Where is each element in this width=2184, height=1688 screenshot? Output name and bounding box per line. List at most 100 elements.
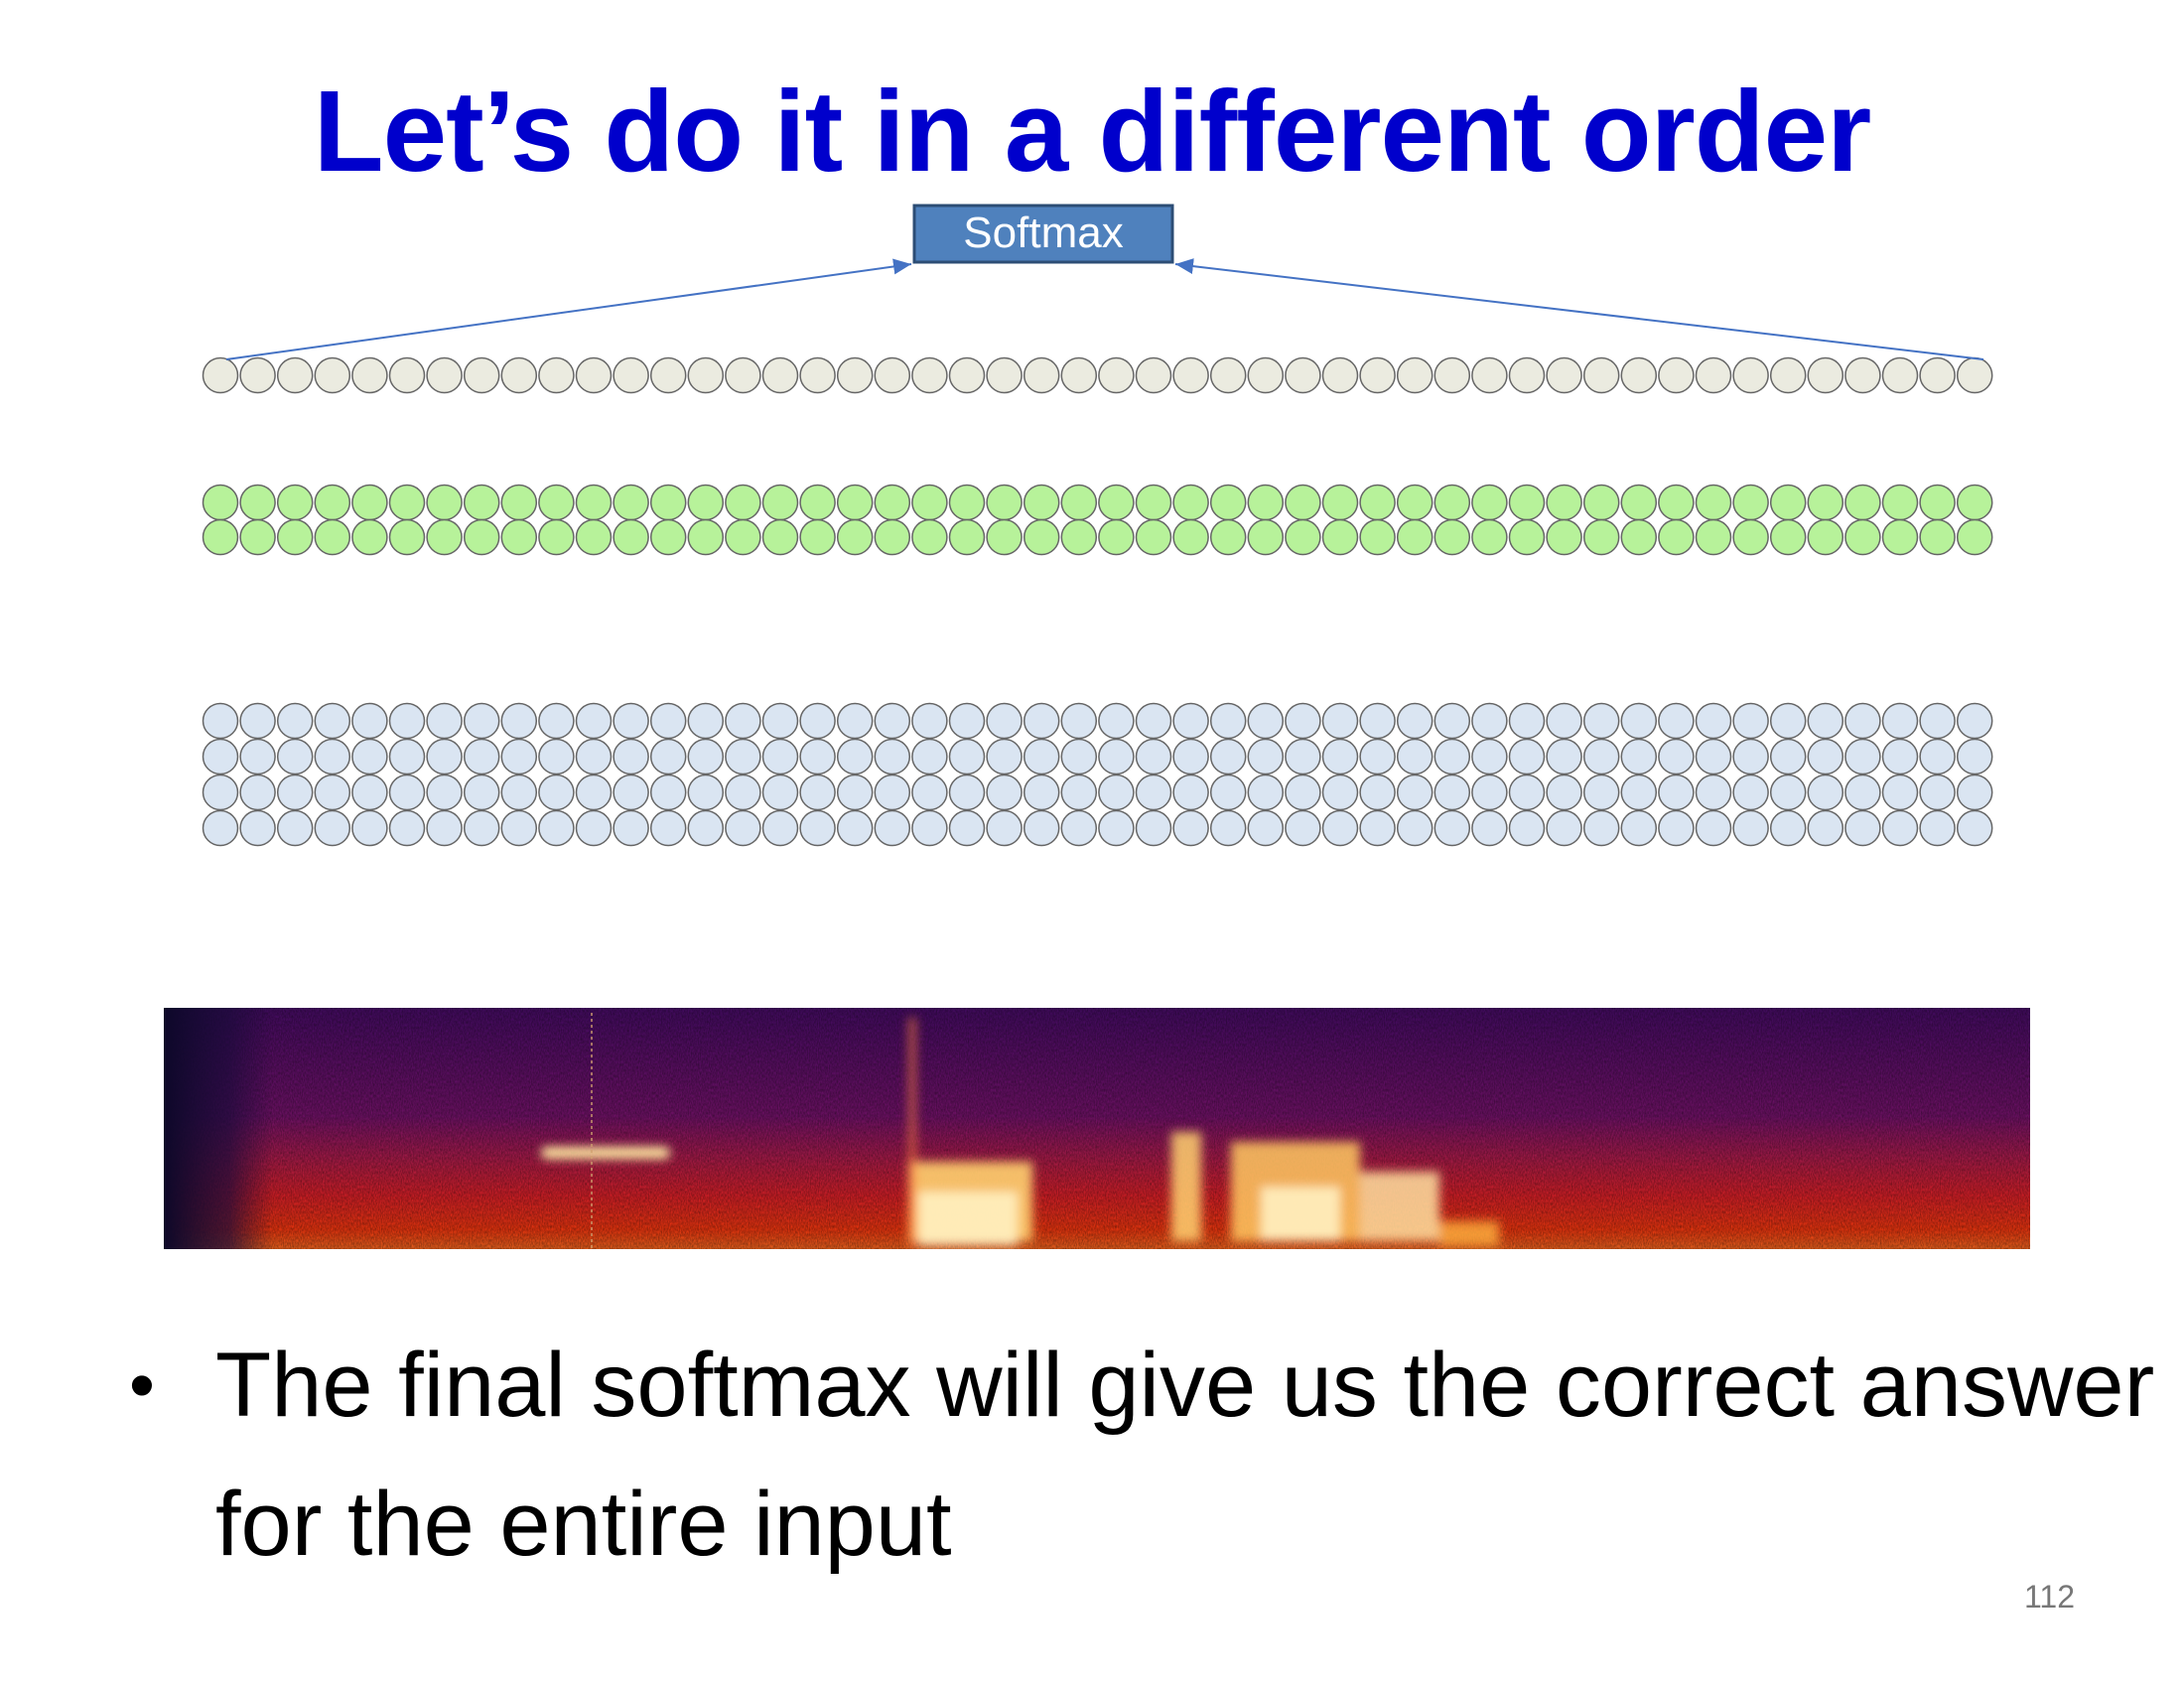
output-neuron [911, 356, 948, 394]
hidden-neuron [649, 518, 687, 556]
hidden-neuron [649, 484, 687, 521]
input-neuron [948, 702, 986, 740]
input-neuron [1807, 809, 1844, 847]
hidden-neuron [911, 518, 948, 556]
output-neuron [202, 356, 239, 394]
hidden-neuron [761, 484, 799, 521]
hidden-neuron [1881, 484, 1919, 521]
hidden-neuron [1546, 518, 1582, 556]
input-neuron [538, 809, 575, 847]
output-neuron [725, 356, 761, 394]
input-neuron [1060, 738, 1098, 775]
input-neuron [1321, 702, 1359, 740]
hidden-neuron [1695, 484, 1732, 521]
output-neuron [1881, 356, 1919, 394]
hidden-neuron [1471, 518, 1508, 556]
input-neuron [1919, 774, 1956, 811]
input-neuron [202, 702, 239, 740]
input-neuron [687, 738, 725, 775]
input-neuron [1844, 702, 1881, 740]
input-neuron [911, 774, 948, 811]
input-neuron [799, 738, 836, 775]
input-neuron [687, 702, 725, 740]
input-neuron [1881, 738, 1919, 775]
input-neuron [463, 809, 500, 847]
hidden-neuron [725, 484, 761, 521]
input-neuron [1285, 809, 1321, 847]
input-neuron [874, 738, 911, 775]
hidden-neuron [463, 518, 500, 556]
hidden-neuron [613, 518, 649, 556]
hidden-neuron [1359, 484, 1396, 521]
hidden-neuron [1658, 484, 1695, 521]
input-neuron [1135, 738, 1172, 775]
input-neuron [575, 702, 613, 740]
hidden-neuron [799, 518, 836, 556]
input-neuron [500, 702, 538, 740]
input-neuron [1807, 702, 1844, 740]
input-neuron [1620, 702, 1658, 740]
input-neuron [463, 774, 500, 811]
input-neuron [1881, 774, 1919, 811]
hidden-neuron [1135, 484, 1172, 521]
input-neuron [1098, 809, 1135, 847]
input-neuron [986, 702, 1023, 740]
hidden-neuron [426, 484, 463, 521]
input-neuron [1396, 702, 1433, 740]
hidden-neuron [986, 518, 1023, 556]
hidden-neuron [1060, 518, 1098, 556]
hidden-neuron [1919, 484, 1956, 521]
softmax-box: Softmax [912, 204, 1174, 264]
input-neuron [1247, 774, 1285, 811]
input-neuron [1285, 774, 1321, 811]
output-neuron [276, 356, 314, 394]
hidden-neuron [276, 518, 314, 556]
output-neuron [613, 356, 649, 394]
hidden-neuron [1769, 484, 1807, 521]
input-neuron [1172, 738, 1209, 775]
input-neuron [463, 738, 500, 775]
input-neuron [649, 809, 687, 847]
output-neuron [1209, 356, 1247, 394]
hidden-neuron [1807, 484, 1844, 521]
input-neuron [1172, 774, 1209, 811]
input-neuron [1807, 738, 1844, 775]
output-neuron [239, 356, 276, 394]
input-neuron [1582, 738, 1620, 775]
hidden-neuron [239, 484, 276, 521]
input-neuron [351, 774, 388, 811]
output-neuron [948, 356, 986, 394]
hidden-neuron [1732, 518, 1769, 556]
input-neuron [314, 738, 351, 775]
output-neuron [1433, 356, 1471, 394]
input-neuron [1919, 738, 1956, 775]
input-neuron [463, 702, 500, 740]
output-neuron [836, 356, 874, 394]
arrow-left-to-softmax [225, 258, 912, 360]
input-neuron [538, 774, 575, 811]
input-neuron [1396, 809, 1433, 847]
hidden-neuron [388, 484, 426, 521]
hidden-neuron [388, 518, 426, 556]
input-neuron [538, 702, 575, 740]
output-neuron [986, 356, 1023, 394]
hidden-neuron [1844, 518, 1881, 556]
hidden-neuron [1172, 484, 1209, 521]
input-neuron [1956, 738, 1993, 775]
input-neuron [1732, 809, 1769, 847]
input-neuron [1396, 774, 1433, 811]
input-neuron [426, 774, 463, 811]
output-neuron [1396, 356, 1433, 394]
hidden-neuron [836, 518, 874, 556]
hidden-neuron [1247, 518, 1285, 556]
input-neuron [1359, 738, 1396, 775]
input-neuron [426, 738, 463, 775]
output-neuron [1695, 356, 1732, 394]
output-neuron [1285, 356, 1321, 394]
input-neuron [725, 774, 761, 811]
output-neuron [1769, 356, 1807, 394]
hidden-neuron [1956, 518, 1993, 556]
input-neuron [1135, 809, 1172, 847]
input-neuron [1956, 809, 1993, 847]
input-neuron [1546, 702, 1582, 740]
